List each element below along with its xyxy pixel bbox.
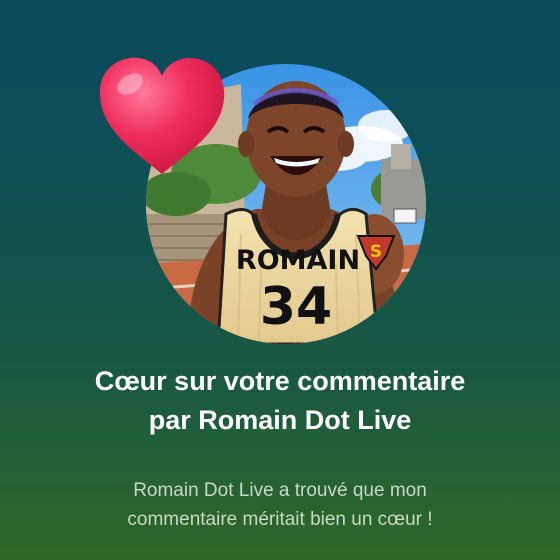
jersey-name: ROMAIN [236, 245, 360, 276]
heart-notification-card: ROMAIN 34 S Cœur sur votre commentaire p… [0, 0, 560, 560]
notification-subtitle-line-2: commentaire méritait bien un cœur ! [127, 509, 433, 530]
jersey-number: 34 [260, 277, 332, 337]
notification-title-line-2: par Romain Dot Live [148, 405, 412, 435]
notification-subtitle: Romain Dot Live a trouvé que mon comment… [40, 476, 520, 534]
shoulder-emblem: S [370, 242, 382, 262]
notification-subtitle-line-1: Romain Dot Live a trouvé que mon [133, 480, 427, 501]
notification-title: Cœur sur votre commentaire par Romain Do… [0, 362, 560, 440]
heart-icon [96, 54, 228, 180]
notification-title-line-1: Cœur sur votre commentaire [94, 366, 466, 396]
